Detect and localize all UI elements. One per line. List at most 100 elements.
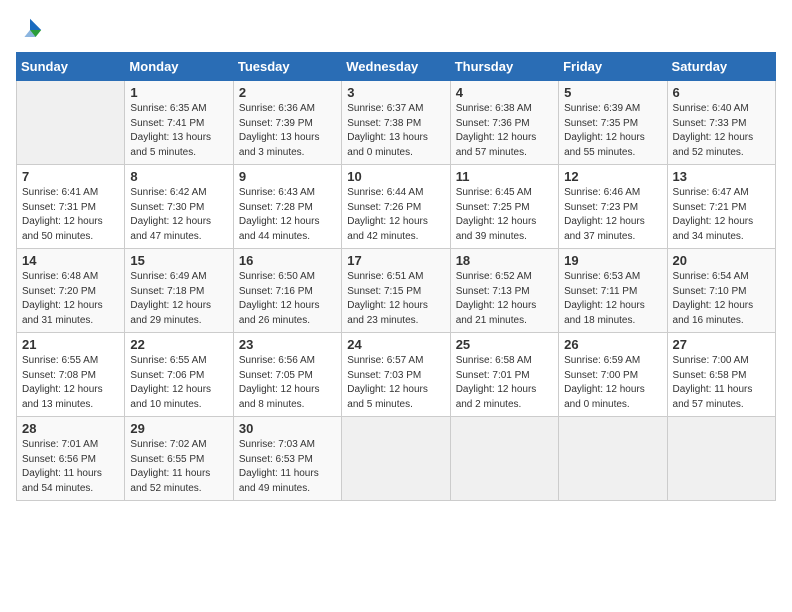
day-header-sunday: Sunday — [17, 53, 125, 81]
day-header-saturday: Saturday — [667, 53, 775, 81]
calendar-cell: 29 Sunrise: 7:02 AM Sunset: 6:55 PM Dayli… — [125, 417, 233, 501]
calendar-cell: 4 Sunrise: 6:38 AM Sunset: 7:36 PM Daylig… — [450, 81, 558, 165]
calendar-week-row: 7 Sunrise: 6:41 AM Sunset: 7:31 PM Daylig… — [17, 165, 776, 249]
day-info: Sunrise: 6:50 AM Sunset: 7:16 PM Dayligh… — [239, 270, 336, 328]
day-number: 7 — [22, 169, 119, 184]
day-header-thursday: Thursday — [450, 53, 558, 81]
day-info: Sunrise: 7:03 AM Sunset: 6:53 PM Dayligh… — [239, 438, 336, 496]
calendar-cell: 7 Sunrise: 6:41 AM Sunset: 7:31 PM Daylig… — [17, 165, 125, 249]
calendar-cell: 10Sunrise: 6:44 AM Sunset: 7:26 PM Dayli… — [342, 165, 450, 249]
calendar-week-row: 1 Sunrise: 6:35 AM Sunset: 7:41 PM Daylig… — [17, 81, 776, 165]
day-info: Sunrise: 6:41 AM Sunset: 7:31 PM Dayligh… — [22, 186, 119, 244]
calendar-cell: 14Sunrise: 6:48 AM Sunset: 7:20 PM Dayli… — [17, 249, 125, 333]
day-info: Sunrise: 6:55 AM Sunset: 7:06 PM Dayligh… — [130, 354, 227, 412]
day-info: Sunrise: 6:35 AM Sunset: 7:41 PM Dayligh… — [130, 102, 227, 160]
day-number: 8 — [130, 169, 227, 184]
calendar-cell: 2Sunrise: 6:36 AM Sunset: 7:39 PM Daylig… — [233, 81, 341, 165]
day-info: Sunrise: 6:37 AM Sunset: 7:38 PM Dayligh… — [347, 102, 444, 160]
day-number: 12 — [564, 169, 661, 184]
calendar-cell — [667, 417, 775, 501]
day-info: Sunrise: 6:38 AM Sunset: 7:36 PM Dayligh… — [456, 102, 553, 160]
day-info: Sunrise: 6:39 AM Sunset: 7:35 PM Dayligh… — [564, 102, 661, 160]
day-number: 13 — [673, 169, 770, 184]
day-info: Sunrise: 6:54 AM Sunset: 7:10 PM Dayligh… — [673, 270, 770, 328]
day-info: Sunrise: 6:43 AM Sunset: 7:28 PM Dayligh… — [239, 186, 336, 244]
day-info: Sunrise: 6:53 AM Sunset: 7:11 PM Dayligh… — [564, 270, 661, 328]
logo — [16, 16, 48, 44]
day-info: Sunrise: 6:56 AM Sunset: 7:05 PM Dayligh… — [239, 354, 336, 412]
calendar-cell: 17 Sunrise: 6:51 AM Sunset: 7:15 PM Dayli… — [342, 249, 450, 333]
calendar-cell — [450, 417, 558, 501]
day-info: Sunrise: 7:01 AM Sunset: 6:56 PM Dayligh… — [22, 438, 119, 496]
day-header-friday: Friday — [559, 53, 667, 81]
calendar-table: SundayMondayTuesdayWednesdayThursdayFrid… — [16, 52, 776, 501]
calendar-cell: 3 Sunrise: 6:37 AM Sunset: 7:38 PM Daylig… — [342, 81, 450, 165]
day-number: 21 — [22, 337, 119, 352]
page-header — [16, 16, 776, 44]
day-info: Sunrise: 6:59 AM Sunset: 7:00 PM Dayligh… — [564, 354, 661, 412]
day-header-wednesday: Wednesday — [342, 53, 450, 81]
day-number: 22 — [130, 337, 227, 352]
day-number: 24 — [347, 337, 444, 352]
calendar-week-row: 14Sunrise: 6:48 AM Sunset: 7:20 PM Dayli… — [17, 249, 776, 333]
day-number: 27 — [673, 337, 770, 352]
calendar-cell — [559, 417, 667, 501]
day-info: Sunrise: 6:51 AM Sunset: 7:15 PM Dayligh… — [347, 270, 444, 328]
day-info: Sunrise: 7:02 AM Sunset: 6:55 PM Dayligh… — [130, 438, 227, 496]
calendar-cell: 19 Sunrise: 6:53 AM Sunset: 7:11 PM Dayli… — [559, 249, 667, 333]
logo-icon — [16, 16, 44, 44]
day-number: 17 — [347, 253, 444, 268]
calendar-cell: 20 Sunrise: 6:54 AM Sunset: 7:10 PM Dayli… — [667, 249, 775, 333]
calendar-header-row: SundayMondayTuesdayWednesdayThursdayFrid… — [17, 53, 776, 81]
calendar-cell: 18 Sunrise: 6:52 AM Sunset: 7:13 PM Dayli… — [450, 249, 558, 333]
day-info: Sunrise: 6:57 AM Sunset: 7:03 PM Dayligh… — [347, 354, 444, 412]
day-info: Sunrise: 6:36 AM Sunset: 7:39 PM Dayligh… — [239, 102, 336, 160]
calendar-cell: 1 Sunrise: 6:35 AM Sunset: 7:41 PM Daylig… — [125, 81, 233, 165]
calendar-week-row: 28 Sunrise: 7:01 AM Sunset: 6:56 PM Dayli… — [17, 417, 776, 501]
day-number: 10 — [347, 169, 444, 184]
day-number: 26 — [564, 337, 661, 352]
day-number: 6 — [673, 85, 770, 100]
day-info: Sunrise: 6:52 AM Sunset: 7:13 PM Dayligh… — [456, 270, 553, 328]
calendar-week-row: 21 Sunrise: 6:55 AM Sunset: 7:08 PM Dayli… — [17, 333, 776, 417]
calendar-cell: 24 Sunrise: 6:57 AM Sunset: 7:03 PM Dayli… — [342, 333, 450, 417]
day-number: 3 — [347, 85, 444, 100]
calendar-cell: 12 Sunrise: 6:46 AM Sunset: 7:23 PM Dayli… — [559, 165, 667, 249]
calendar-cell: 5 Sunrise: 6:39 AM Sunset: 7:35 PM Daylig… — [559, 81, 667, 165]
calendar-cell: 23Sunrise: 6:56 AM Sunset: 7:05 PM Dayli… — [233, 333, 341, 417]
calendar-cell: 30 Sunrise: 7:03 AM Sunset: 6:53 PM Dayli… — [233, 417, 341, 501]
day-info: Sunrise: 6:46 AM Sunset: 7:23 PM Dayligh… — [564, 186, 661, 244]
day-info: Sunrise: 6:58 AM Sunset: 7:01 PM Dayligh… — [456, 354, 553, 412]
day-number: 11 — [456, 169, 553, 184]
calendar-cell: 21 Sunrise: 6:55 AM Sunset: 7:08 PM Dayli… — [17, 333, 125, 417]
calendar-cell — [17, 81, 125, 165]
day-number: 25 — [456, 337, 553, 352]
day-number: 5 — [564, 85, 661, 100]
day-info: Sunrise: 7:00 AM Sunset: 6:58 PM Dayligh… — [673, 354, 770, 412]
day-number: 1 — [130, 85, 227, 100]
day-number: 19 — [564, 253, 661, 268]
day-info: Sunrise: 6:55 AM Sunset: 7:08 PM Dayligh… — [22, 354, 119, 412]
calendar-cell: 15 Sunrise: 6:49 AM Sunset: 7:18 PM Dayli… — [125, 249, 233, 333]
calendar-cell: 16Sunrise: 6:50 AM Sunset: 7:16 PM Dayli… — [233, 249, 341, 333]
day-number: 14 — [22, 253, 119, 268]
day-number: 15 — [130, 253, 227, 268]
day-info: Sunrise: 6:40 AM Sunset: 7:33 PM Dayligh… — [673, 102, 770, 160]
calendar-cell: 8Sunrise: 6:42 AM Sunset: 7:30 PM Daylig… — [125, 165, 233, 249]
day-number: 29 — [130, 421, 227, 436]
day-info: Sunrise: 6:45 AM Sunset: 7:25 PM Dayligh… — [456, 186, 553, 244]
day-number: 28 — [22, 421, 119, 436]
day-number: 4 — [456, 85, 553, 100]
calendar-cell: 25 Sunrise: 6:58 AM Sunset: 7:01 PM Dayli… — [450, 333, 558, 417]
day-number: 9 — [239, 169, 336, 184]
calendar-cell: 11 Sunrise: 6:45 AM Sunset: 7:25 PM Dayli… — [450, 165, 558, 249]
calendar-cell: 6 Sunrise: 6:40 AM Sunset: 7:33 PM Daylig… — [667, 81, 775, 165]
day-number: 20 — [673, 253, 770, 268]
day-number: 30 — [239, 421, 336, 436]
calendar-cell: 22 Sunrise: 6:55 AM Sunset: 7:06 PM Dayli… — [125, 333, 233, 417]
day-number: 18 — [456, 253, 553, 268]
calendar-cell: 9 Sunrise: 6:43 AM Sunset: 7:28 PM Daylig… — [233, 165, 341, 249]
calendar-cell: 27 Sunrise: 7:00 AM Sunset: 6:58 PM Dayli… — [667, 333, 775, 417]
calendar-cell — [342, 417, 450, 501]
day-info: Sunrise: 6:49 AM Sunset: 7:18 PM Dayligh… — [130, 270, 227, 328]
